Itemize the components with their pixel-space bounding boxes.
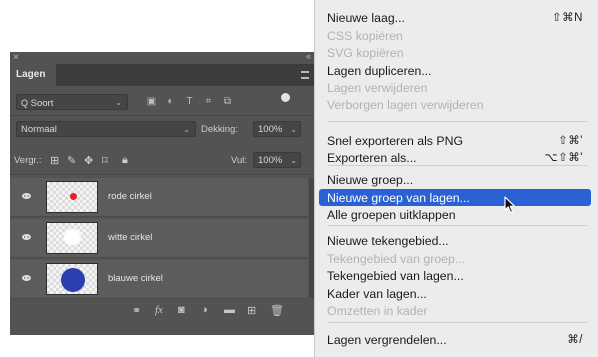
panel-tab-bar: Lagen — [10, 64, 315, 86]
menu-item-label: Nieuwe tekengebied... — [327, 234, 449, 248]
layer-list: rode cirkel witte cirkel blauwe cirkel — [10, 178, 315, 299]
layers-panel: × « Lagen Q Soort ⌄ ▣ ◐ T ⌗ ⧉ Normaal ⌄ … — [10, 51, 315, 335]
link-icon[interactable]: ⚭ — [132, 304, 141, 317]
mask-icon[interactable]: ◙ — [178, 304, 185, 316]
tab-lagen[interactable]: Lagen — [10, 64, 56, 86]
menu-item-shortcut: ⇧⌘' — [558, 135, 583, 147]
layer-thumbnail-circle — [64, 229, 81, 245]
menu-item-label: SVG kopiëren — [327, 46, 404, 60]
layer-name: rode cirkel — [108, 191, 152, 202]
lock-artboard-icon[interactable]: ⌑ — [102, 154, 108, 167]
menu-item-label: Kader van lagen... — [327, 287, 427, 301]
trash-icon[interactable]: 🗑︎ — [270, 304, 284, 317]
menu-item-shortcut: ⌥⇧⌘' — [544, 152, 583, 164]
layer-thumbnail-circle — [70, 193, 77, 200]
layer-row[interactable]: rode cirkel — [10, 178, 308, 217]
lock-transparent-icon[interactable]: ⊞ — [50, 154, 59, 167]
layer-row[interactable]: witte cirkel — [10, 219, 308, 258]
layer-thumbnail — [46, 263, 98, 295]
menu-item-tekengebied-van-groep: Tekengebied van groep... — [327, 251, 585, 267]
shape-filter-icon[interactable]: ⌗ — [203, 96, 214, 107]
fill-value: 100% — [258, 155, 283, 166]
fx-icon[interactable]: fx — [155, 304, 163, 316]
menu-item-label: Alle groepen uitklappen — [327, 208, 456, 222]
layers-context-menu: Nieuwe laag... ⇧⌘N CSS kopiëren SVG kopiëre… — [314, 0, 598, 357]
layer-name: blauwe cirkel — [108, 273, 163, 284]
mouse-cursor-icon — [504, 196, 516, 214]
layer-thumbnail-circle — [61, 268, 85, 292]
menu-item-omzetten-in-kader: Omzetten in kader — [327, 303, 585, 319]
menu-item-label: CSS kopiëren — [327, 29, 403, 43]
menu-item-label: Nieuwe groep van lagen... — [327, 191, 470, 205]
visibility-eye-icon[interactable] — [22, 193, 31, 199]
menu-item-label: Nieuwe groep... — [327, 173, 414, 187]
pixel-filter-icon[interactable]: ▣ — [146, 96, 157, 107]
filter-kind-label: Soort — [30, 98, 54, 109]
menu-item-label: Tekengebied van groep... — [327, 252, 466, 266]
menu-item-nieuwe-groep[interactable]: Nieuwe groep... — [327, 172, 585, 188]
blend-mode-value: Normaal — [21, 124, 57, 135]
layer-thumbnail — [46, 181, 98, 213]
menu-item-shortcut: ⌘/ — [567, 334, 583, 346]
menu-item-label: Lagen vergrendelen... — [327, 333, 447, 347]
menu-item-label: Nieuwe laag... — [327, 11, 405, 25]
filter-toggle-icon[interactable] — [281, 93, 290, 102]
collapse-panel-icon[interactable]: « — [306, 51, 311, 61]
close-panel-icon[interactable]: × — [13, 52, 19, 63]
menu-item-css-kopi-ren: CSS kopiëren — [327, 28, 585, 44]
menu-item-label: Lagen verwijderen — [327, 81, 428, 95]
layer-name: witte cirkel — [108, 232, 153, 243]
adjustment-icon[interactable]: ◑ — [201, 304, 208, 316]
menu-item-label: Snel exporteren als PNG — [327, 134, 464, 148]
search-icon: Q — [21, 98, 29, 108]
menu-item-lagen-verwijderen: Lagen verwijderen — [327, 80, 585, 96]
lock-all-icon[interactable]: 🔒︎ — [122, 154, 128, 167]
menu-separator — [327, 121, 587, 122]
adjustment-filter-icon[interactable]: ◐ — [165, 96, 176, 107]
blend-mode-dropdown[interactable]: Normaal ⌄ — [16, 121, 196, 137]
visibility-eye-icon[interactable] — [22, 234, 31, 240]
opacity-label: Dekking: — [201, 124, 238, 135]
menu-item-verborgen-lagen-verwijderen: Verborgen lagen verwijderen — [327, 97, 585, 113]
menu-separator — [327, 225, 587, 226]
opacity-value: 100% — [258, 124, 283, 135]
type-filter-icon[interactable]: T — [184, 96, 195, 107]
menu-item-nieuwe-tekengebied[interactable]: Nieuwe tekengebied... — [327, 233, 585, 249]
menu-item-label: Tekengebied van lagen... — [327, 269, 464, 283]
fill-label: Vul: — [231, 155, 248, 166]
menu-item-nieuwe-laag[interactable]: Nieuwe laag... ⇧⌘N — [327, 10, 585, 26]
menu-item-lagen-dupliceren[interactable]: Lagen dupliceren... — [327, 63, 585, 79]
menu-item-alle-groepen-uitklappen[interactable]: Alle groepen uitklappen — [327, 207, 585, 223]
menu-separator — [327, 322, 587, 323]
menu-item-label: Lagen dupliceren... — [327, 64, 432, 78]
menu-item-snel-exporteren-als-png[interactable]: Snel exporteren als PNG ⇧⌘' — [327, 133, 585, 149]
layer-thumbnail — [46, 222, 98, 254]
menu-item-shortcut: ⇧⌘N — [552, 12, 583, 24]
new-layer-icon[interactable]: ⊞ — [247, 304, 256, 317]
menu-item-kader-van-lagen[interactable]: Kader van lagen... — [327, 286, 585, 302]
menu-item-nieuwe-groep-van-lagen[interactable]: Nieuwe groep van lagen... — [327, 190, 585, 206]
filter-kind-dropdown[interactable]: Q Soort ⌄ — [16, 94, 128, 110]
menu-item-svg-kopi-ren: SVG kopiëren — [327, 45, 585, 61]
menu-item-label: Verborgen lagen verwijderen — [327, 98, 484, 112]
lock-brush-icon[interactable]: ✎ — [67, 154, 76, 167]
folder-icon[interactable]: ▬ — [224, 304, 235, 316]
menu-item-tekengebied-van-lagen[interactable]: Tekengebied van lagen... — [327, 268, 585, 284]
lock-label: Vergr.: — [14, 155, 42, 166]
fill-input[interactable]: 100% ⌄ — [253, 152, 301, 168]
smart-object-filter-icon[interactable]: ⧉ — [222, 96, 233, 107]
menu-item-label: Exporteren als... — [327, 151, 417, 165]
opacity-input[interactable]: 100% ⌄ — [253, 121, 301, 137]
menu-item-lagen-vergrendelen[interactable]: Lagen vergrendelen... ⌘/ — [327, 332, 585, 348]
panel-menu-icon[interactable] — [301, 71, 309, 79]
visibility-eye-icon[interactable] — [22, 275, 31, 281]
menu-item-exporteren-als[interactable]: Exporteren als... ⌥⇧⌘' — [327, 150, 585, 166]
panel-bottom-bar: ⚭ fx ◙ ◑ ▬ ⊞ 🗑︎ — [10, 302, 315, 320]
menu-item-label: Omzetten in kader — [327, 304, 428, 318]
lock-move-icon[interactable]: ✥ — [84, 154, 93, 167]
layer-row[interactable]: blauwe cirkel — [10, 260, 308, 299]
